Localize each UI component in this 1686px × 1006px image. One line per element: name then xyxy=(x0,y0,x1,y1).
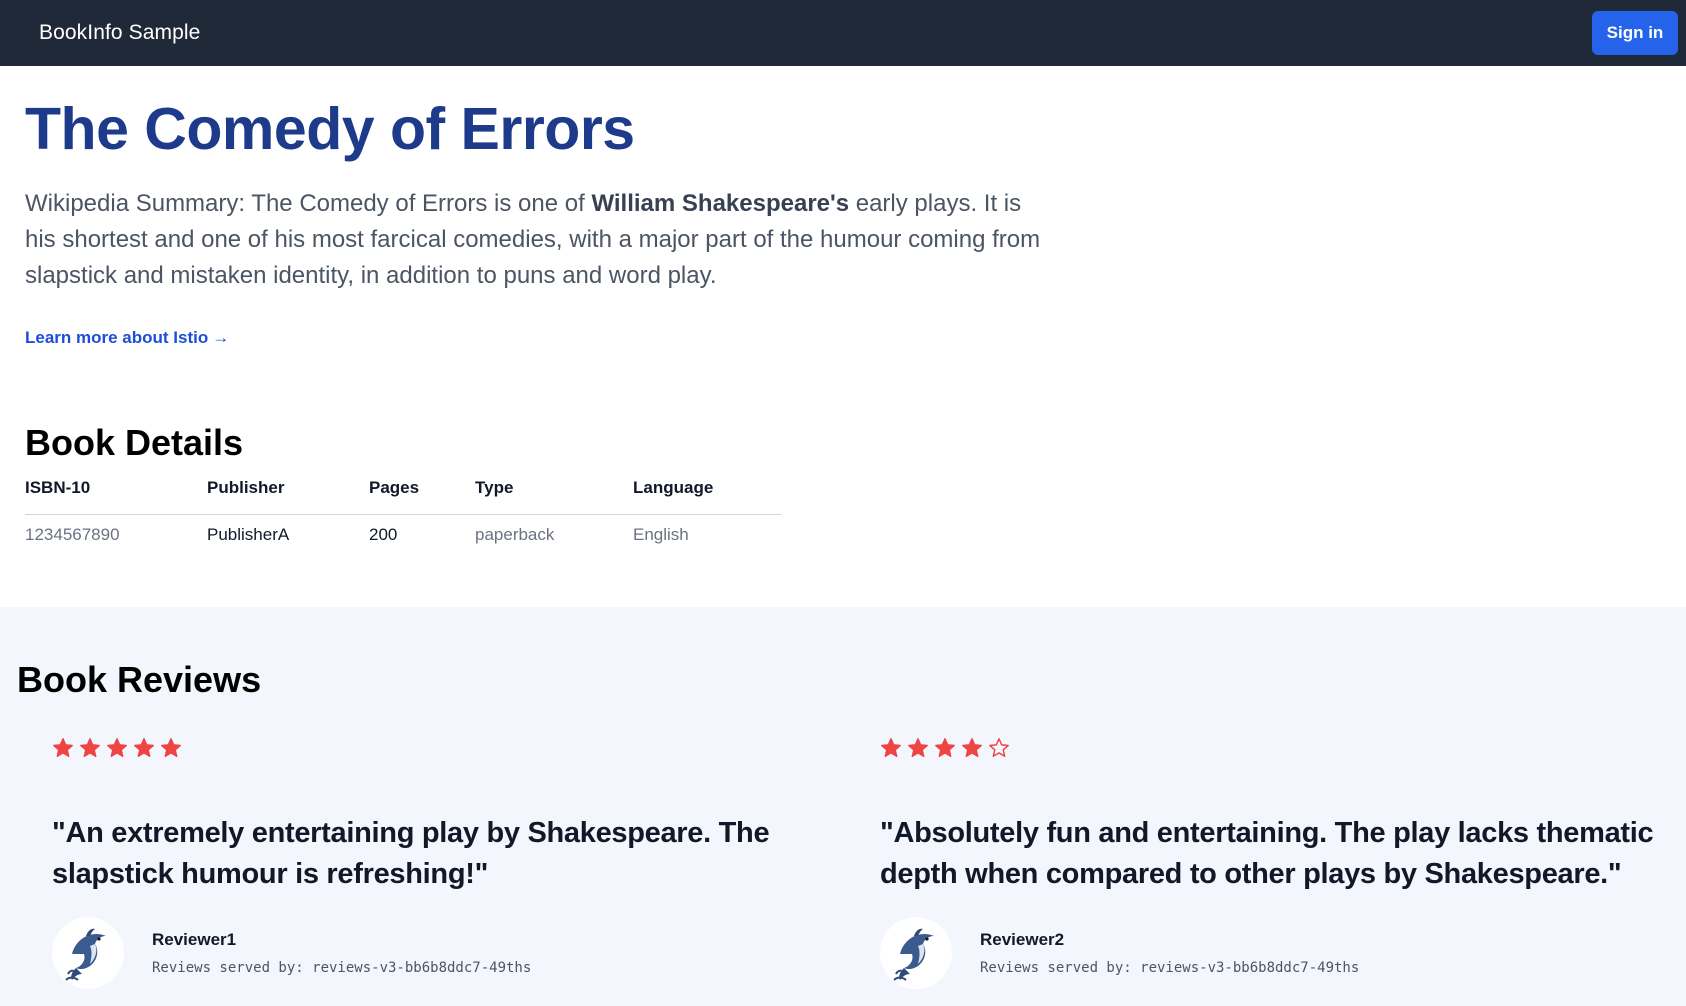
dolphin-icon xyxy=(880,917,952,989)
star-rating xyxy=(880,737,1670,759)
book-details-title: Book Details xyxy=(25,422,244,463)
served-by-text: Reviews served by: reviews-v3-bb6b8ddc7-… xyxy=(980,960,1360,976)
summary-author: William Shakespeare's xyxy=(591,190,850,217)
review-quote: "Absolutely fun and entertaining. The pl… xyxy=(880,817,1654,890)
reviewer-details: Reviewer1 Reviews served by: reviews-v3-… xyxy=(152,930,531,976)
learn-more-label: Learn more about Istio xyxy=(25,328,209,347)
arrow-right-icon: → xyxy=(212,328,230,347)
publisher-value: PublisherA xyxy=(207,525,290,544)
column-header-pages: Pages xyxy=(369,478,475,515)
type-value: paperback xyxy=(475,525,555,544)
star-filled-icon xyxy=(161,738,181,757)
details-header-row: ISBN-10 Publisher Pages Type Language xyxy=(25,478,781,515)
sign-in-button[interactable]: Sign in xyxy=(1592,11,1678,55)
star-filled-icon xyxy=(935,738,955,757)
book-summary: Wikipedia Summary: The Comedy of Errors … xyxy=(25,186,1045,294)
book-title: The Comedy of Errors xyxy=(25,96,635,162)
column-header-type: Type xyxy=(475,478,633,515)
book-reviews-title: Book Reviews xyxy=(17,659,262,700)
top-navbar: BookInfo Sample Sign in xyxy=(0,0,1686,66)
reviewer-info: Reviewer2 Reviews served by: reviews-v3-… xyxy=(880,917,1670,989)
review-card: "An extremely entertaining play by Shake… xyxy=(52,737,842,989)
star-rating xyxy=(52,737,842,759)
column-header-isbn: ISBN-10 xyxy=(25,478,207,515)
table-row: 1234567890 PublisherA 200 paperback Engl… xyxy=(25,515,781,546)
language-value: English xyxy=(633,525,689,544)
dolphin-avatar-graphic xyxy=(893,928,934,981)
details-table: ISBN-10 Publisher Pages Type Language 12… xyxy=(25,478,781,545)
book-hero: The Comedy of Errors Wikipedia Summary: … xyxy=(25,94,1065,348)
served-by-text: Reviews served by: reviews-v3-bb6b8ddc7-… xyxy=(152,960,532,976)
isbn-value: 1234567890 xyxy=(25,525,120,544)
pages-value: 200 xyxy=(369,525,398,544)
dolphin-avatar-graphic xyxy=(65,928,106,981)
reviewer-name: Reviewer2 xyxy=(980,930,1065,949)
brand-title[interactable]: BookInfo Sample xyxy=(39,21,200,45)
column-header-publisher: Publisher xyxy=(207,478,369,515)
star-empty-icon xyxy=(989,738,1009,757)
star-filled-icon xyxy=(134,738,154,757)
learn-more-link[interactable]: Learn more about Istio → xyxy=(25,328,229,348)
reviewer-name: Reviewer1 xyxy=(152,930,237,949)
star-filled-icon xyxy=(53,738,73,757)
column-header-language: Language xyxy=(633,478,781,515)
star-filled-icon xyxy=(80,738,100,757)
star-filled-icon xyxy=(881,738,901,757)
book-reviews: Book Reviews "An extremely entertaining … xyxy=(0,607,1686,1006)
dolphin-icon xyxy=(52,917,124,989)
star-filled-icon xyxy=(962,738,982,757)
star-filled-icon xyxy=(908,738,928,757)
star-filled-icon xyxy=(107,738,127,757)
summary-prefix: Wikipedia Summary: The Comedy of Errors … xyxy=(25,190,592,217)
reviewer-info: Reviewer1 Reviews served by: reviews-v3-… xyxy=(52,917,842,989)
review-quote: "An extremely entertaining play by Shake… xyxy=(52,817,770,890)
book-details: Book Details ISBN-10 Publisher Pages Typ… xyxy=(25,422,781,545)
review-card: "Absolutely fun and entertaining. The pl… xyxy=(880,737,1670,989)
reviewer-details: Reviewer2 Reviews served by: reviews-v3-… xyxy=(980,930,1359,976)
